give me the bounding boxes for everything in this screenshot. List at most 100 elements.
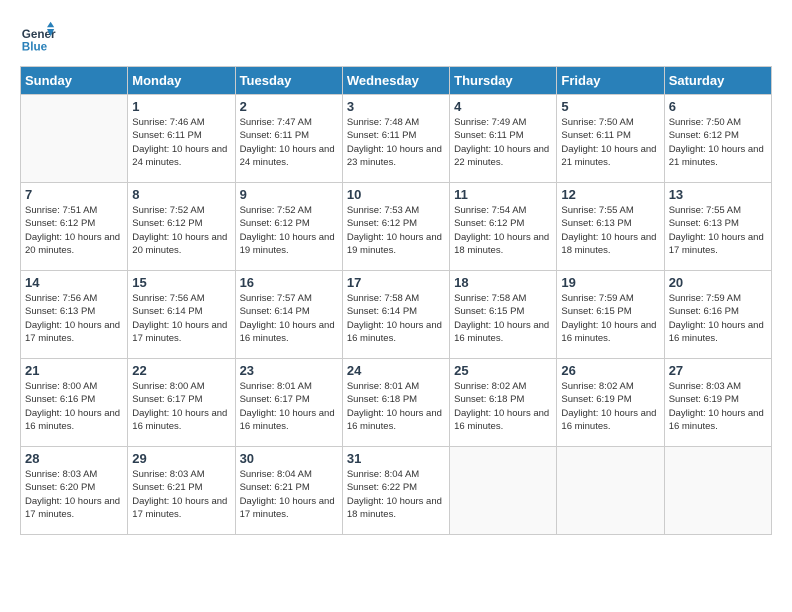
day-info: Sunrise: 8:03 AMSunset: 6:19 PMDaylight:… [669,380,767,433]
day-header-tuesday: Tuesday [235,67,342,95]
calendar-cell: 8 Sunrise: 7:52 AMSunset: 6:12 PMDaylight… [128,183,235,271]
day-number: 31 [347,451,445,466]
calendar-cell: 16Sunrise: 7:57 AMSunset: 6:14 PMDayligh… [235,271,342,359]
day-number: 5 [561,99,659,114]
day-info: Sunrise: 8:00 AMSunset: 6:17 PMDaylight:… [132,380,230,433]
day-number: 13 [669,187,767,202]
svg-text:Blue: Blue [22,41,48,54]
day-number: 2 [240,99,338,114]
calendar-cell: 15 Sunrise: 7:56 AMSunset: 6:14 PMDayligh… [128,271,235,359]
day-info: Sunrise: 8:02 AMSunset: 6:19 PMDaylight:… [561,380,659,433]
calendar-cell: 20 Sunrise: 7:59 AMSunset: 6:16 PMDayligh… [664,271,771,359]
day-header-wednesday: Wednesday [342,67,449,95]
calendar-cell: 1 Sunrise: 7:46 AMSunset: 6:11 PMDaylight… [128,95,235,183]
calendar-cell [557,447,664,535]
calendar-cell: 28 Sunrise: 8:03 AMSunset: 6:20 PMDayligh… [21,447,128,535]
day-number: 14 [25,275,123,290]
day-number: 1 [132,99,230,114]
calendar-cell: 12 Sunrise: 7:55 AMSunset: 6:13 PMDayligh… [557,183,664,271]
day-number: 4 [454,99,552,114]
day-info: Sunrise: 7:55 AMSunset: 6:13 PMDaylight:… [561,204,659,257]
calendar-cell: 27 Sunrise: 8:03 AMSunset: 6:19 PMDayligh… [664,359,771,447]
header: General Blue [20,20,772,56]
day-info: Sunrise: 8:04 AMSunset: 6:21 PMDaylight:… [240,468,338,521]
day-number: 9 [240,187,338,202]
day-info: Sunrise: 7:56 AMSunset: 6:13 PMDaylight:… [25,292,123,345]
day-info: Sunrise: 7:59 AMSunset: 6:16 PMDaylight:… [669,292,767,345]
calendar-cell: 25 Sunrise: 8:02 AMSunset: 6:18 PMDayligh… [450,359,557,447]
day-info: Sunrise: 7:50 AMSunset: 6:11 PMDaylight:… [561,116,659,169]
day-info: Sunrise: 7:58 AMSunset: 6:14 PMDaylight:… [347,292,445,345]
day-number: 30 [240,451,338,466]
calendar-cell: 4 Sunrise: 7:49 AMSunset: 6:11 PMDaylight… [450,95,557,183]
day-info: Sunrise: 7:46 AMSunset: 6:11 PMDaylight:… [132,116,230,169]
calendar-cell: 30 Sunrise: 8:04 AMSunset: 6:21 PMDayligh… [235,447,342,535]
day-number: 24 [347,363,445,378]
day-info: Sunrise: 7:55 AMSunset: 6:13 PMDaylight:… [669,204,767,257]
day-number: 23 [240,363,338,378]
day-number: 15 [132,275,230,290]
calendar-cell: 11Sunrise: 7:54 AMSunset: 6:12 PMDayligh… [450,183,557,271]
day-info: Sunrise: 7:50 AMSunset: 6:12 PMDaylight:… [669,116,767,169]
day-number: 27 [669,363,767,378]
day-info: Sunrise: 7:58 AMSunset: 6:15 PMDaylight:… [454,292,552,345]
day-number: 21 [25,363,123,378]
calendar-cell [21,95,128,183]
calendar-cell: 23 Sunrise: 8:01 AMSunset: 6:17 PMDayligh… [235,359,342,447]
day-number: 26 [561,363,659,378]
calendar-cell: 29 Sunrise: 8:03 AMSunset: 6:21 PMDayligh… [128,447,235,535]
calendar-cell: 10Sunrise: 7:53 AMSunset: 6:12 PMDayligh… [342,183,449,271]
day-number: 18 [454,275,552,290]
calendar-cell: 14 Sunrise: 7:56 AMSunset: 6:13 PMDayligh… [21,271,128,359]
day-info: Sunrise: 7:54 AMSunset: 6:12 PMDaylight:… [454,204,552,257]
calendar-cell: 17 Sunrise: 7:58 AMSunset: 6:14 PMDayligh… [342,271,449,359]
day-info: Sunrise: 7:52 AMSunset: 6:12 PMDaylight:… [132,204,230,257]
calendar-cell [664,447,771,535]
logo: General Blue [20,20,60,56]
day-number: 22 [132,363,230,378]
day-info: Sunrise: 8:03 AMSunset: 6:21 PMDaylight:… [132,468,230,521]
calendar-cell: 18 Sunrise: 7:58 AMSunset: 6:15 PMDayligh… [450,271,557,359]
calendar-cell: 22 Sunrise: 8:00 AMSunset: 6:17 PMDayligh… [128,359,235,447]
calendar-cell: 24 Sunrise: 8:01 AMSunset: 6:18 PMDayligh… [342,359,449,447]
day-number: 28 [25,451,123,466]
day-number: 6 [669,99,767,114]
day-header-saturday: Saturday [664,67,771,95]
calendar-cell: 7Sunrise: 7:51 AMSunset: 6:12 PMDaylight… [21,183,128,271]
day-number: 16 [240,275,338,290]
day-number: 20 [669,275,767,290]
day-info: Sunrise: 7:59 AMSunset: 6:15 PMDaylight:… [561,292,659,345]
day-info: Sunrise: 8:02 AMSunset: 6:18 PMDaylight:… [454,380,552,433]
day-header-monday: Monday [128,67,235,95]
day-info: Sunrise: 7:47 AMSunset: 6:11 PMDaylight:… [240,116,338,169]
day-info: Sunrise: 7:53 AMSunset: 6:12 PMDaylight:… [347,204,445,257]
calendar-cell: 31Sunrise: 8:04 AMSunset: 6:22 PMDayligh… [342,447,449,535]
day-number: 12 [561,187,659,202]
day-number: 17 [347,275,445,290]
calendar-cell: 13 Sunrise: 7:55 AMSunset: 6:13 PMDayligh… [664,183,771,271]
day-header-thursday: Thursday [450,67,557,95]
calendar-cell [450,447,557,535]
calendar-cell: 26 Sunrise: 8:02 AMSunset: 6:19 PMDayligh… [557,359,664,447]
day-info: Sunrise: 7:51 AMSunset: 6:12 PMDaylight:… [25,204,123,257]
day-number: 19 [561,275,659,290]
day-info: Sunrise: 8:01 AMSunset: 6:17 PMDaylight:… [240,380,338,433]
day-info: Sunrise: 7:56 AMSunset: 6:14 PMDaylight:… [132,292,230,345]
calendar-cell: 9 Sunrise: 7:52 AMSunset: 6:12 PMDaylight… [235,183,342,271]
calendar-cell: 19 Sunrise: 7:59 AMSunset: 6:15 PMDayligh… [557,271,664,359]
day-number: 3 [347,99,445,114]
calendar-cell: 5 Sunrise: 7:50 AMSunset: 6:11 PMDaylight… [557,95,664,183]
day-info: Sunrise: 8:03 AMSunset: 6:20 PMDaylight:… [25,468,123,521]
calendar-cell: 6 Sunrise: 7:50 AMSunset: 6:12 PMDaylight… [664,95,771,183]
day-header-friday: Friday [557,67,664,95]
day-info: Sunrise: 7:52 AMSunset: 6:12 PMDaylight:… [240,204,338,257]
calendar-cell: 21Sunrise: 8:00 AMSunset: 6:16 PMDayligh… [21,359,128,447]
day-number: 29 [132,451,230,466]
day-info: Sunrise: 7:49 AMSunset: 6:11 PMDaylight:… [454,116,552,169]
day-info: Sunrise: 7:48 AMSunset: 6:11 PMDaylight:… [347,116,445,169]
calendar-cell: 2 Sunrise: 7:47 AMSunset: 6:11 PMDaylight… [235,95,342,183]
calendar: SundayMondayTuesdayWednesdayThursdayFrid… [20,66,772,535]
day-info: Sunrise: 8:01 AMSunset: 6:18 PMDaylight:… [347,380,445,433]
day-number: 8 [132,187,230,202]
day-number: 25 [454,363,552,378]
